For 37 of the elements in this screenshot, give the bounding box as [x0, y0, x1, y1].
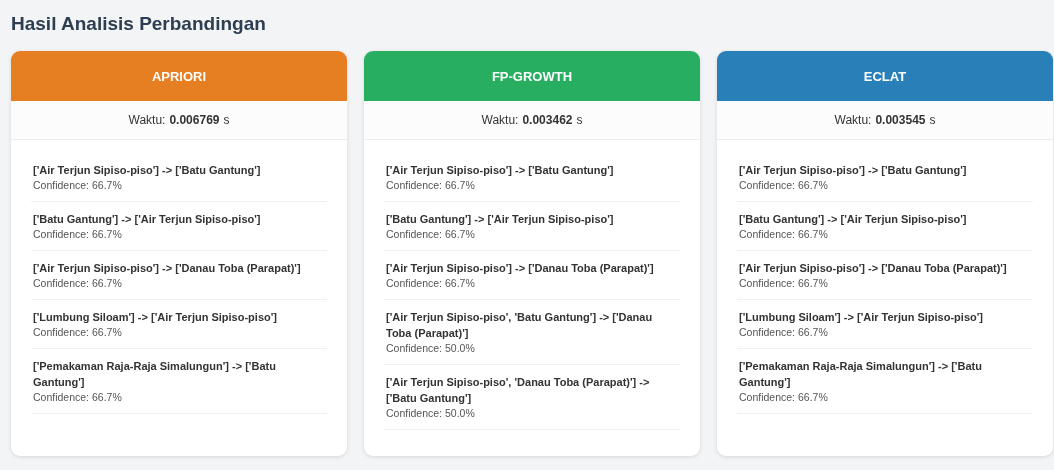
association-rule: ['Batu Gantung'] -> ['Air Terjun Sipiso-piso']: [33, 212, 262, 227]
confidence-value: Confidence: 66.7%: [386, 178, 476, 193]
association-rule: ['Air Terjun Sipiso-piso', 'Batu Gantung'] -> ['Danau Toba (Parapat)']: [386, 310, 654, 341]
confidence-value: Confidence: 66.7%: [386, 227, 476, 242]
association-rule: ['Lumbung Siloam'] -> ['Air Terjun Sipiso-piso']: [33, 310, 278, 325]
confidence-value: Confidence: 66.7%: [33, 227, 123, 242]
confidence-value: Confidence: 66.7%: [739, 276, 829, 291]
confidence-value: Confidence: 66.7%: [386, 276, 476, 291]
association-rule: ['Air Terjun Sipiso-piso'] -> ['Danau Toba (Parapat)']: [33, 261, 302, 276]
association-rule: ['Lumbung Siloam'] -> ['Air Terjun Sipiso-piso']: [739, 310, 984, 325]
card-header: APRIORI: [11, 51, 347, 101]
confidence-value: Confidence: 50.0%: [386, 406, 476, 421]
execution-time: Waktu: 0.003462 s: [364, 101, 700, 140]
page-title: Hasil Analisis Perbandingan: [11, 13, 267, 35]
association-rule: ['Air Terjun Sipiso-piso'] -> ['Batu Gantung']: [33, 163, 262, 178]
association-rule: ['Air Terjun Sipiso-piso', 'Danau Toba (Parapat)'] -> ['Batu Gantung']: [386, 375, 651, 406]
confidence-value: Confidence: 66.7%: [33, 178, 123, 193]
execution-time: Waktu: 0.006769 s: [11, 101, 347, 140]
confidence-value: Confidence: 66.7%: [33, 390, 123, 405]
association-rule: ['Air Terjun Sipiso-piso'] -> ['Batu Gantung']: [386, 163, 615, 178]
association-rule: ['Air Terjun Sipiso-piso'] -> ['Batu Gantung']: [739, 163, 968, 178]
card-header: ECLAT: [717, 51, 1053, 101]
association-rule: ['Batu Gantung'] -> ['Air Terjun Sipiso-piso']: [386, 212, 615, 227]
confidence-value: Confidence: 66.7%: [739, 227, 829, 242]
association-rule: ['Pemakaman Raja-Raja Simalungun'] -> ['Batu Gantung']: [739, 359, 983, 390]
association-rule: ['Air Terjun Sipiso-piso'] -> ['Danau Toba (Parapat)']: [386, 261, 655, 276]
association-rule: ['Air Terjun Sipiso-piso'] -> ['Danau Toba (Parapat)']: [739, 261, 1008, 276]
confidence-value: Confidence: 66.7%: [739, 325, 829, 340]
execution-time: Waktu: 0.003545 s: [717, 101, 1053, 140]
card-header: FP-GROWTH: [364, 51, 700, 101]
confidence-value: Confidence: 50.0%: [386, 341, 476, 356]
confidence-value: Confidence: 66.7%: [33, 276, 123, 291]
confidence-value: Confidence: 66.7%: [33, 325, 123, 340]
association-rule: ['Batu Gantung'] -> ['Air Terjun Sipiso-piso']: [739, 212, 968, 227]
confidence-value: Confidence: 66.7%: [739, 390, 829, 405]
confidence-value: Confidence: 66.7%: [739, 178, 829, 193]
association-rule: ['Pemakaman Raja-Raja Simalungun'] -> ['Batu Gantung']: [33, 359, 277, 390]
